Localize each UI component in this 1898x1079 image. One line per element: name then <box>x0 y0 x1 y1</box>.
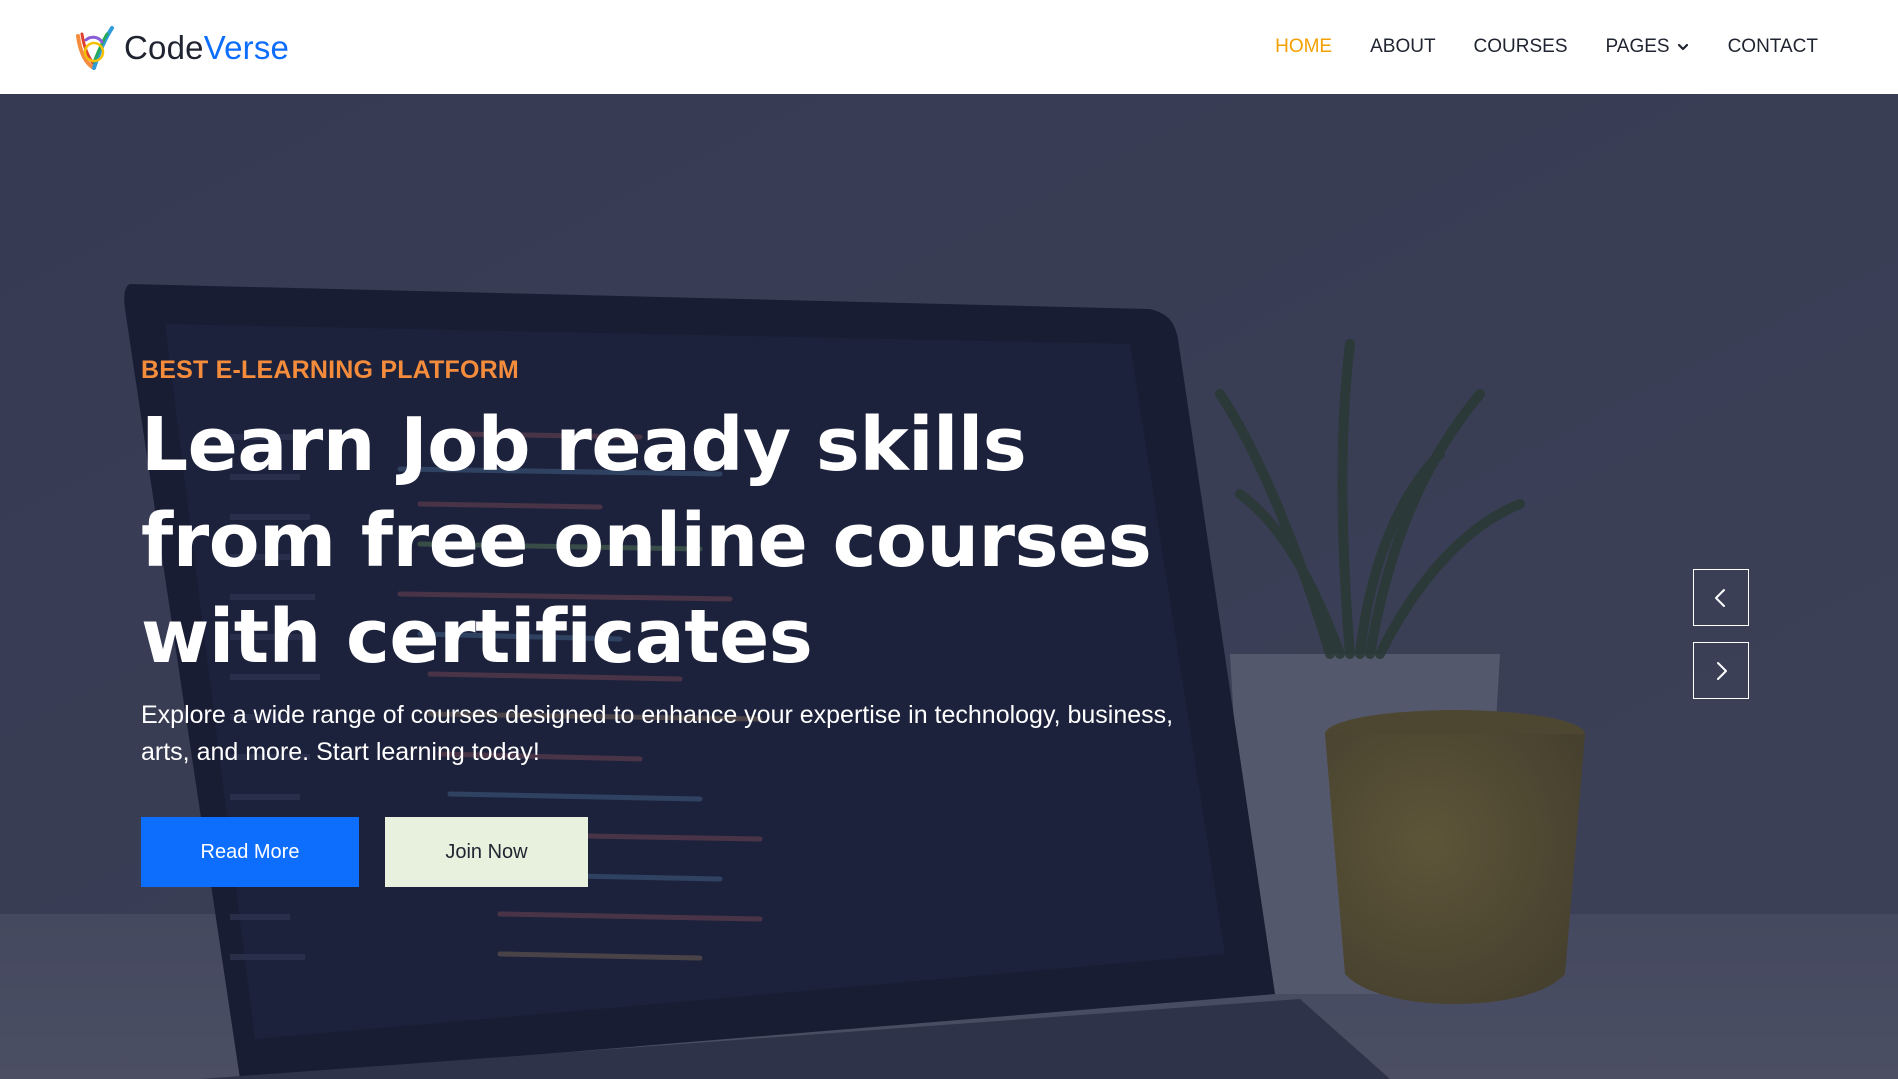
hero-section: BEST E-LEARNING PLATFORM Learn Job ready… <box>0 94 1898 1079</box>
brand-logo-link[interactable]: CodeVerse <box>72 22 289 72</box>
nav-item-about[interactable]: ABOUT <box>1370 36 1435 58</box>
nav-item-courses[interactable]: COURSES <box>1474 36 1568 58</box>
nav-item-home[interactable]: HOME <box>1275 36 1332 58</box>
join-now-button[interactable]: Join Now <box>385 817 588 887</box>
hero-subtext: Explore a wide range of courses designed… <box>141 701 1174 766</box>
read-more-button[interactable]: Read More <box>141 817 359 887</box>
codeverse-logo-icon <box>76 26 114 70</box>
nav-item-contact[interactable]: CONTACT <box>1728 36 1818 58</box>
brand-name: CodeVerse <box>124 31 289 64</box>
nav-item-pages[interactable]: PAGES <box>1606 36 1690 58</box>
chevron-down-icon <box>1677 43 1688 51</box>
carousel-prev-button[interactable] <box>1693 569 1749 626</box>
nav-item-pages-label: PAGES <box>1605 36 1670 57</box>
navbar: CodeVerse HOME ABOUT COURSES PAGES CONTA… <box>0 0 1898 94</box>
brand-name-verse: Verse <box>203 28 290 66</box>
hero-headline: Learn Job ready skills from free online … <box>141 402 1152 680</box>
brand-name-code: Code <box>124 28 204 66</box>
chevron-left-icon <box>1715 588 1725 607</box>
main-nav: HOME ABOUT COURSES PAGES CONTACT <box>1237 0 1818 94</box>
carousel-next-button[interactable] <box>1693 642 1749 699</box>
hero-cta-row: Read More Join Now <box>141 817 1201 887</box>
hero-eyebrow: BEST E-LEARNING PLATFORM <box>141 356 519 384</box>
chevron-right-icon <box>1717 661 1727 680</box>
hero-content: BEST E-LEARNING PLATFORM Learn Job ready… <box>141 356 1201 887</box>
